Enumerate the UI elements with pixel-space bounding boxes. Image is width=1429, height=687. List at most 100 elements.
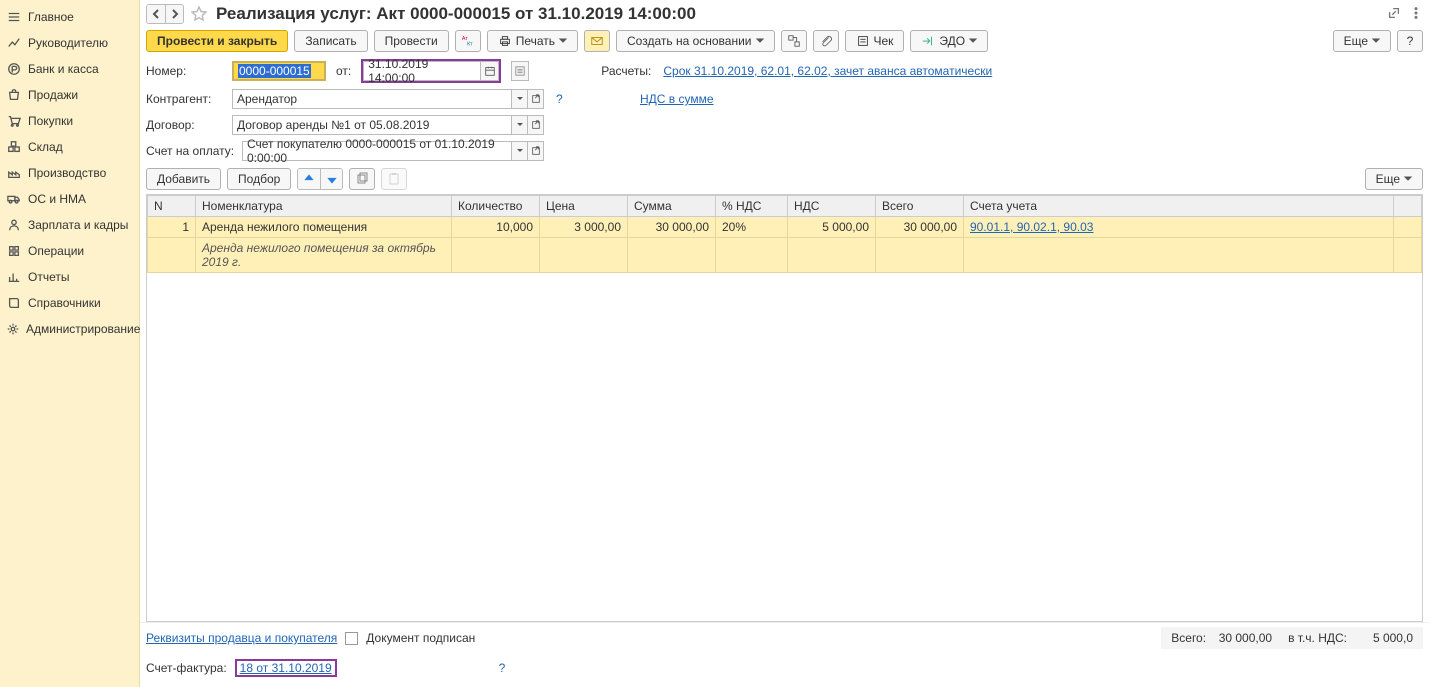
- edo-button[interactable]: ЭДО: [910, 30, 988, 52]
- open-button[interactable]: [528, 115, 544, 135]
- th-vatr[interactable]: % НДС: [716, 196, 788, 217]
- th-total[interactable]: Всего: [876, 196, 964, 217]
- items-table: N Номенклатура Количество Цена Сумма % Н…: [146, 194, 1423, 622]
- vat-link[interactable]: НДС в сумме: [640, 92, 714, 106]
- sidebar-item-sales[interactable]: Продажи: [0, 82, 139, 108]
- open-button[interactable]: [528, 89, 544, 109]
- contract-input[interactable]: Договор аренды №1 от 05.08.2019: [232, 115, 512, 135]
- table-more-button[interactable]: Еще: [1365, 168, 1423, 190]
- th-price[interactable]: Цена: [540, 196, 628, 217]
- person-icon: [6, 217, 22, 233]
- seller-details-link[interactable]: Реквизиты продавца и покупателя: [146, 631, 337, 645]
- post-and-close-button[interactable]: Провести и закрыть: [146, 30, 288, 52]
- move-down-button[interactable]: [320, 169, 342, 189]
- record-button[interactable]: Записать: [294, 30, 367, 52]
- cell-acct[interactable]: 90.01.1, 90.02.1, 90.03: [964, 217, 1394, 238]
- cell-vatr[interactable]: 20%: [716, 217, 788, 238]
- favorite-star-icon[interactable]: [190, 5, 208, 23]
- cheque-button[interactable]: Чек: [845, 30, 905, 52]
- move-buttons: [297, 168, 343, 190]
- sidebar-label: Покупки: [28, 114, 73, 128]
- sidebar-label: Зарплата и кадры: [28, 218, 128, 232]
- post-button[interactable]: Провести: [374, 30, 449, 52]
- sf-help[interactable]: ?: [499, 661, 511, 675]
- invoice-label: Счет на оплату:: [146, 144, 236, 158]
- add-button[interactable]: Добавить: [146, 168, 221, 190]
- date-ext-button[interactable]: [511, 61, 529, 81]
- th-end: [1394, 196, 1422, 217]
- sidebar-item-catalogs[interactable]: Справочники: [0, 290, 139, 316]
- th-vat[interactable]: НДС: [788, 196, 876, 217]
- sidebar-item-purchases[interactable]: Покупки: [0, 108, 139, 134]
- cell-sum[interactable]: 30 000,00: [628, 217, 716, 238]
- dropdown-button[interactable]: [512, 115, 528, 135]
- nav-forward-button[interactable]: [165, 5, 183, 23]
- sidebar-item-bank[interactable]: Банк и касса: [0, 56, 139, 82]
- help-button[interactable]: ?: [1397, 30, 1423, 52]
- th-sum[interactable]: Сумма: [628, 196, 716, 217]
- menu-icon: [6, 9, 22, 25]
- counterparty-help[interactable]: ?: [556, 92, 568, 106]
- sidebar-label: Администрирование: [26, 322, 140, 336]
- table-row[interactable]: 1 Аренда нежилого помещения 10,000 3 000…: [148, 217, 1422, 238]
- move-up-button[interactable]: [298, 169, 320, 189]
- sidebar-item-warehouse[interactable]: Склад: [0, 134, 139, 160]
- create-based-button[interactable]: Создать на основании: [616, 30, 775, 52]
- footer-bar: Реквизиты продавца и покупателя Документ…: [140, 622, 1429, 653]
- th-acct[interactable]: Счета учета: [964, 196, 1394, 217]
- date-group: 31.10.2019 14:00:00: [361, 59, 501, 83]
- sidebar-item-reports[interactable]: Отчеты: [0, 264, 139, 290]
- cell-nom-sub[interactable]: Аренда нежилого помещения за октябрь 201…: [196, 238, 452, 273]
- structure-button[interactable]: [781, 30, 807, 52]
- row-counterparty: Контрагент: Арендатор ? НДС в сумме: [140, 86, 1429, 112]
- date-input[interactable]: 31.10.2019 14:00:00: [363, 61, 481, 81]
- acct-link[interactable]: 90.01.1, 90.02.1, 90.03: [970, 220, 1093, 234]
- dropdown-button[interactable]: [512, 141, 528, 161]
- cart-icon: [6, 113, 22, 129]
- open-button[interactable]: [528, 141, 544, 161]
- nav-back-button[interactable]: [147, 5, 165, 23]
- ruble-icon: [6, 61, 22, 77]
- attach-button[interactable]: [813, 30, 839, 52]
- calc-link[interactable]: Срок 31.10.2019, 62.01, 62.02, зачет ава…: [663, 64, 992, 78]
- cell-price[interactable]: 3 000,00: [540, 217, 628, 238]
- more-dots-icon[interactable]: [1409, 6, 1423, 23]
- cell-nom[interactable]: Аренда нежилого помещения: [196, 217, 452, 238]
- counterparty-input[interactable]: Арендатор: [232, 89, 512, 109]
- copy-button[interactable]: [349, 168, 375, 190]
- link-icon[interactable]: [1387, 6, 1401, 23]
- th-qty[interactable]: Количество: [452, 196, 540, 217]
- calendar-button[interactable]: [481, 61, 499, 81]
- dropdown-button[interactable]: [512, 89, 528, 109]
- pick-button[interactable]: Подбор: [227, 168, 291, 190]
- dt-kt-button[interactable]: АтКт: [455, 30, 481, 52]
- sf-highlight: 18 от 31.10.2019: [235, 659, 337, 677]
- sidebar-item-manager[interactable]: Руководителю: [0, 30, 139, 56]
- th-nom[interactable]: Номенклатура: [196, 196, 452, 217]
- main-toolbar: Провести и закрыть Записать Провести АтК…: [140, 26, 1429, 56]
- sidebar-item-admin[interactable]: Администрирование: [0, 316, 139, 342]
- invoice-input[interactable]: Счет покупателю 0000-000015 от 01.10.201…: [242, 141, 512, 161]
- sidebar-item-assets[interactable]: ОС и НМА: [0, 186, 139, 212]
- invoice-combo: Счет покупателю 0000-000015 от 01.10.201…: [242, 141, 544, 161]
- sidebar-item-main[interactable]: Главное: [0, 4, 139, 30]
- number-label: Номер:: [146, 64, 226, 78]
- number-input[interactable]: 0000-000015: [232, 61, 326, 81]
- trend-icon: [6, 35, 22, 51]
- sidebar-item-hr[interactable]: Зарплата и кадры: [0, 212, 139, 238]
- sf-link[interactable]: 18 от 31.10.2019: [240, 661, 332, 675]
- paste-button[interactable]: [381, 168, 407, 190]
- cell-vat[interactable]: 5 000,00: [788, 217, 876, 238]
- table-row-sub[interactable]: Аренда нежилого помещения за октябрь 201…: [148, 238, 1422, 273]
- doc-signed-label: Документ подписан: [366, 631, 475, 645]
- doc-signed-checkbox[interactable]: [345, 632, 358, 645]
- cell-qty[interactable]: 10,000: [452, 217, 540, 238]
- cell-total[interactable]: 30 000,00: [876, 217, 964, 238]
- th-n[interactable]: N: [148, 196, 196, 217]
- more-button[interactable]: Еще: [1333, 30, 1391, 52]
- sidebar-item-production[interactable]: Производство: [0, 160, 139, 186]
- print-button[interactable]: Печать: [487, 30, 578, 52]
- sidebar-item-operations[interactable]: Операции: [0, 238, 139, 264]
- mail-button[interactable]: [584, 30, 610, 52]
- cell-n[interactable]: 1: [148, 217, 196, 238]
